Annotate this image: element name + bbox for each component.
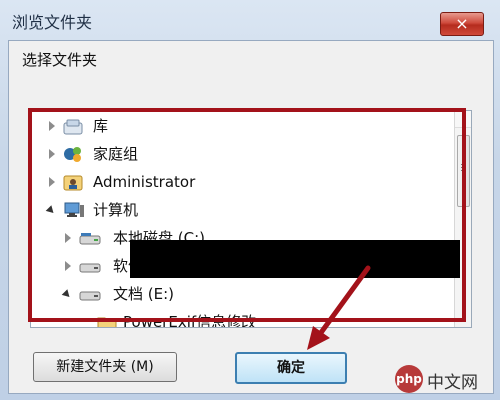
watermark-text: 中文网 <box>427 373 478 393</box>
window-title: 浏览文件夹 <box>12 13 93 32</box>
dialog-instruction: 选择文件夹 <box>22 51 98 69</box>
ok-button[interactable]: 确定 <box>235 352 347 384</box>
site-watermark: php 中文网 <box>395 365 485 393</box>
watermark-logo: php <box>395 365 423 393</box>
dialog-frame: 浏览文件夹 × 选择文件夹 库 家庭组 Administrator 计算机 本地… <box>0 0 500 400</box>
redaction-bar <box>130 240 460 278</box>
close-button[interactable]: × <box>440 12 484 36</box>
new-folder-button[interactable]: 新建文件夹 (M) <box>33 352 177 382</box>
titlebar: 浏览文件夹 × <box>0 0 500 40</box>
annotation-highlight-box <box>28 108 466 322</box>
